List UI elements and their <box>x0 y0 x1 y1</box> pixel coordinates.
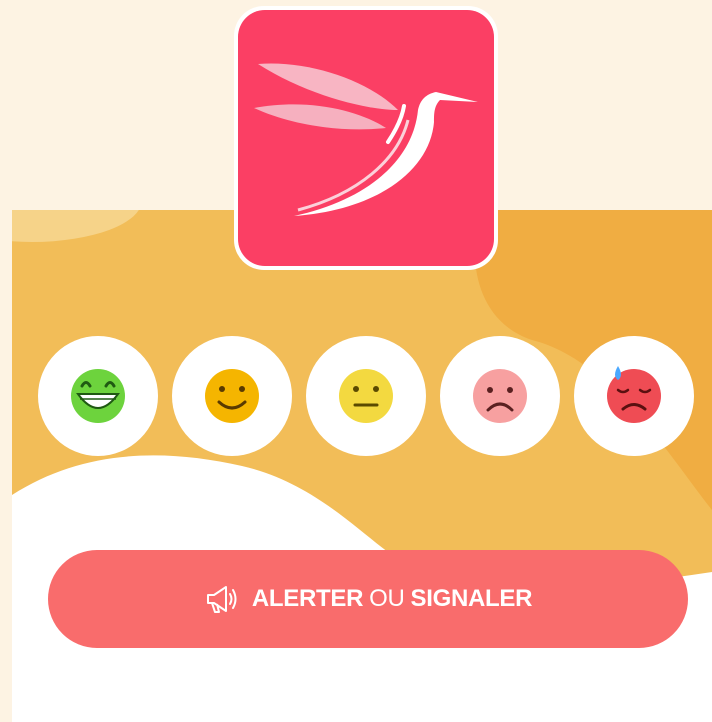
mood-sad-button[interactable] <box>440 336 560 456</box>
mood-selector <box>0 336 712 460</box>
app-logo <box>234 6 498 270</box>
alert-label-signaler: SIGNALER <box>410 585 533 612</box>
hummingbird-logo-icon <box>254 63 478 216</box>
alert-or-report-button[interactable]: ALERTER OU SIGNALER <box>48 550 688 648</box>
mood-very-happy-button[interactable] <box>38 336 158 456</box>
neutral-face-icon <box>339 369 393 423</box>
alert-label-ou: OU <box>369 585 405 612</box>
frowning-face-icon <box>473 369 527 423</box>
mood-neutral-button[interactable] <box>306 336 426 456</box>
mood-screen: ALERTER OU SIGNALER <box>0 0 712 722</box>
mood-happy-button[interactable] <box>172 336 292 456</box>
alert-label-alerter: ALERTER <box>251 585 364 612</box>
megaphone-icon <box>206 586 237 613</box>
smiling-face-icon <box>205 369 259 423</box>
grinning-face-icon <box>71 369 125 423</box>
alert-button-label: ALERTER OU SIGNALER <box>251 585 533 613</box>
mood-very-sad-button[interactable] <box>574 336 694 456</box>
sweating-sad-face-icon <box>607 366 661 423</box>
